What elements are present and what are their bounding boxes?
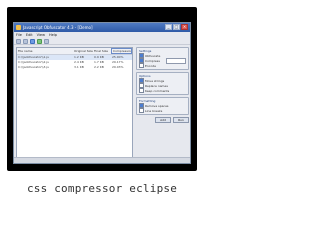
file-name: C:\\jsobfuscator\\3.js	[18, 65, 49, 69]
column-header-name[interactable]: File name	[17, 48, 73, 54]
window-title: Javascript Obfuscator 4.3 - [Demo]	[23, 25, 93, 30]
app-window: Javascript Obfuscator 4.3 - [Demo] _ □ ×…	[13, 22, 191, 164]
list-header: File name Original Size Final Size Compr…	[17, 48, 132, 55]
option-row[interactable]: Keep comments	[139, 88, 186, 93]
minimize-icon[interactable]: _	[165, 24, 172, 30]
option-label: Encode	[145, 63, 157, 68]
checkbox[interactable]	[139, 88, 144, 93]
checkbox[interactable]	[139, 108, 144, 113]
panel-buttons: Add Run	[136, 117, 189, 123]
option-label: Move strings	[145, 78, 165, 83]
option-label: Compress	[145, 58, 160, 63]
run-icon[interactable]	[37, 38, 42, 44]
option-label: Replace names	[145, 83, 168, 88]
maximize-icon[interactable]: □	[173, 24, 180, 30]
title-bar: Javascript Obfuscator 4.3 - [Demo] _ □ ×	[14, 23, 190, 32]
settings-icon[interactable]	[44, 38, 49, 44]
caption-text: css compressor eclipse	[26, 182, 178, 195]
level-select[interactable]	[166, 57, 186, 64]
file-list[interactable]: File name Original Size Final Size Compr…	[16, 47, 133, 159]
close-icon[interactable]: ×	[181, 24, 188, 30]
settings-group: Settings Obfuscate Compress Encode	[136, 47, 189, 70]
option-label: Obfuscate	[145, 53, 161, 58]
option-label: Remove spaces	[145, 103, 169, 108]
option-row[interactable]: Encode	[139, 63, 186, 68]
options-panel: Settings Obfuscate Compress Encode Optio…	[136, 47, 189, 159]
final-size: 2.2 KB	[94, 65, 104, 69]
option-label: Keep comments	[145, 88, 170, 93]
add-button[interactable]: Add	[155, 117, 171, 123]
checkbox[interactable]	[139, 63, 144, 68]
options-group: Options Move strings Replace names Keep …	[136, 72, 189, 95]
option-label: Line breaks	[145, 108, 163, 113]
list-item[interactable]: C:\\jsobfuscator\\3.js 3.1 KB 2.2 KB 29.…	[17, 65, 132, 70]
original-size: 3.1 KB	[74, 65, 84, 69]
column-header-original[interactable]: Original Size	[73, 48, 93, 54]
new-icon[interactable]	[16, 38, 21, 44]
compression-ratio: 29.03%	[112, 65, 124, 69]
save-icon[interactable]	[30, 38, 35, 44]
column-header-final[interactable]: Final Size	[93, 48, 111, 54]
toolbar	[14, 38, 190, 45]
status-bar	[14, 157, 190, 163]
option-row[interactable]: Line breaks	[139, 108, 186, 113]
run-button[interactable]: Run	[173, 117, 189, 123]
app-icon	[16, 25, 21, 30]
open-icon[interactable]	[23, 38, 28, 44]
window-controls: _ □ ×	[165, 24, 188, 30]
formatting-group: Formatting Remove spaces Line breaks	[136, 97, 189, 115]
column-header-ratio[interactable]: Compression ratio	[111, 48, 132, 54]
